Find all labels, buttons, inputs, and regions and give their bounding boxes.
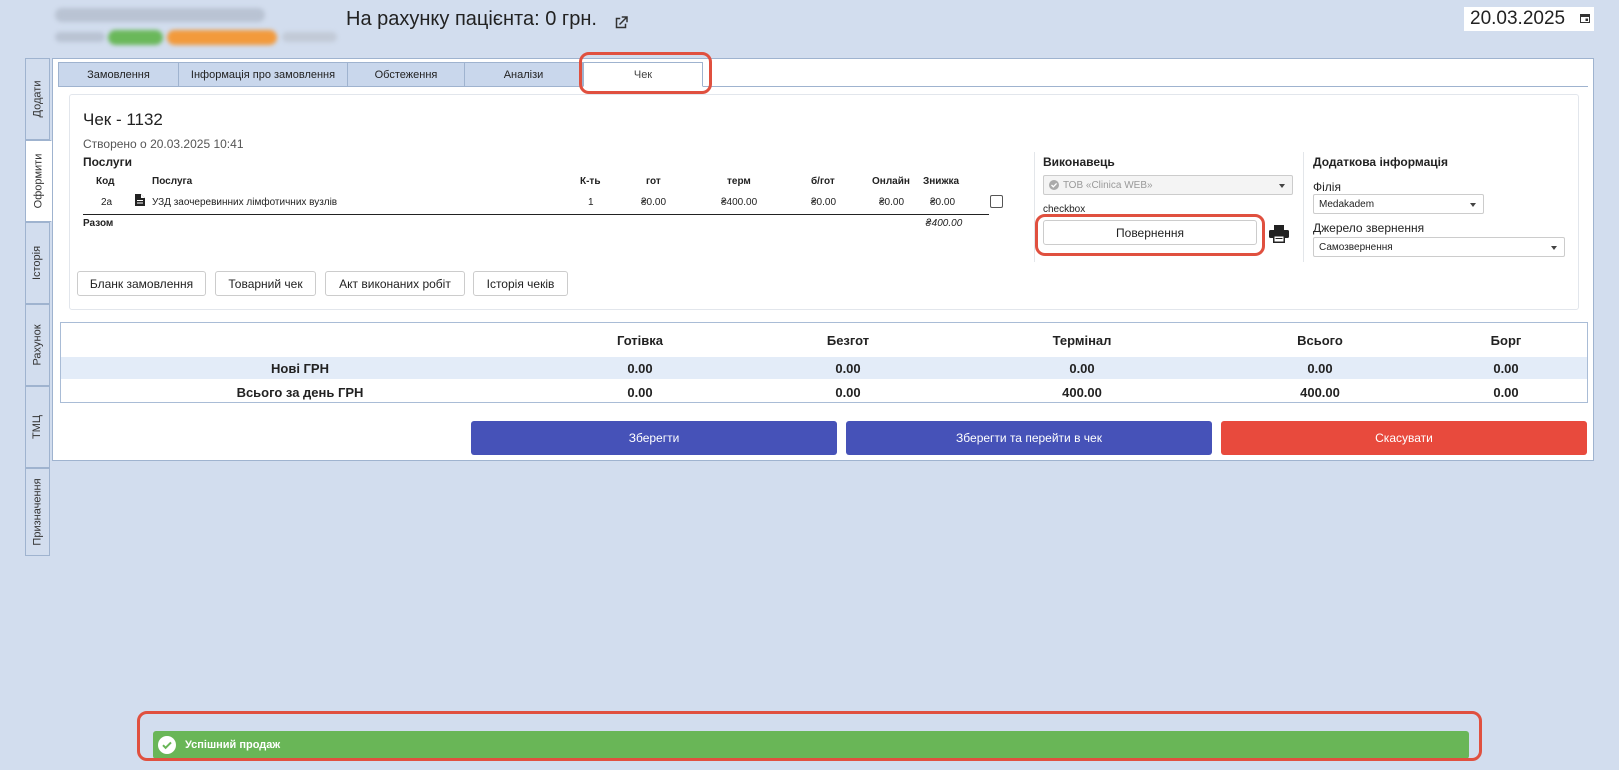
- summary-cell: 0.00: [1307, 361, 1333, 376]
- document-icon[interactable]: [135, 194, 145, 206]
- check-created-date: Створено о 20.03.2025 10:41: [83, 137, 244, 151]
- side-tab-prescriptions[interactable]: Призначення: [25, 468, 50, 556]
- side-tab-inventory[interactable]: ТМЦ: [25, 386, 50, 468]
- additional-info-label: Додаткова інформація: [1313, 155, 1448, 169]
- summary-cell: 0.00: [627, 385, 653, 400]
- executor-select[interactable]: ТОВ «Clinica WEB»: [1043, 175, 1293, 195]
- summary-row-label: Нові ГРН: [271, 361, 329, 376]
- chevron-down-icon: [1279, 184, 1285, 188]
- branch-label: Філія: [1313, 180, 1341, 194]
- additional-divider: [1303, 152, 1304, 262]
- source-select[interactable]: Самозвернення: [1313, 237, 1565, 257]
- side-tab-add[interactable]: Додати: [25, 58, 50, 140]
- patient-id-blurred: [55, 32, 105, 42]
- printer-icon[interactable]: [1269, 225, 1289, 243]
- tab-analyses[interactable]: Аналізи: [464, 62, 583, 87]
- col-header-noncash: б/гот: [811, 176, 835, 187]
- check-title: Чек - 1132: [83, 110, 163, 129]
- calendar-icon[interactable]: [1580, 13, 1590, 23]
- tab-order-info[interactable]: Інформація про замовлення: [178, 62, 348, 87]
- sales-receipt-button[interactable]: Товарний чек: [215, 271, 316, 296]
- col-header-discount: Знижка: [923, 176, 960, 187]
- summary-cell: 400.00: [1062, 385, 1102, 400]
- work-act-button[interactable]: Акт виконаних робіт: [325, 271, 465, 296]
- patient-balance: На рахунку пацієнта: 0 грн.: [346, 8, 597, 30]
- total-divider: [83, 214, 989, 215]
- row-terminal: ₴400.00: [721, 197, 758, 208]
- branch-value: Medakadem: [1319, 198, 1375, 210]
- summary-cell: 0.00: [1493, 385, 1519, 400]
- check-circle-icon: [1049, 180, 1059, 190]
- col-header-cash: гот: [646, 176, 661, 187]
- save-and-go-to-check-button[interactable]: Зберегти та перейти в чек: [846, 421, 1212, 455]
- services-label: Послуги: [83, 155, 132, 169]
- summary-cell: 0.00: [835, 361, 861, 376]
- row-discount: ₴0.00: [930, 197, 956, 208]
- col-header-service: Послуга: [152, 176, 193, 187]
- save-button[interactable]: Зберегти: [471, 421, 837, 455]
- cancel-button[interactable]: Скасувати: [1221, 421, 1587, 455]
- row-service: УЗД заочеревинних лімфотичних вузлів: [152, 197, 338, 208]
- row-noncash: ₴0.00: [811, 197, 837, 208]
- summary-row-label: Всього за день ГРН: [236, 385, 364, 400]
- side-tab-history[interactable]: Історія: [25, 222, 50, 304]
- row-code: 2a: [101, 197, 113, 208]
- col-header-qty: К-ть: [580, 176, 601, 187]
- patient-badge-green: [108, 30, 163, 45]
- row-online: ₴0.00: [879, 197, 905, 208]
- chevron-down-icon: [1470, 203, 1476, 207]
- external-link-icon[interactable]: [612, 14, 630, 32]
- summary-header-noncash: Безгот: [826, 333, 870, 348]
- summary-cell: 0.00: [1069, 361, 1095, 376]
- date-picker[interactable]: 20.03.2025: [1464, 7, 1594, 31]
- source-value: Самозвернення: [1319, 241, 1393, 253]
- col-header-online: Онлайн: [872, 176, 910, 187]
- row-checkbox[interactable]: [990, 195, 1003, 208]
- col-header-terminal: терм: [727, 176, 751, 187]
- branch-select[interactable]: Medakadem: [1313, 194, 1484, 214]
- highlight-check-tab: [579, 52, 712, 94]
- chevron-down-icon: [1551, 246, 1557, 250]
- side-tab-account[interactable]: Рахунок: [25, 304, 50, 386]
- summary-cell: 0.00: [627, 361, 653, 376]
- patient-info-blurred: [282, 32, 337, 42]
- source-label: Джерело звернення: [1313, 221, 1425, 235]
- patient-badge-orange: [167, 30, 277, 45]
- row-cash: ₴0.00: [641, 197, 667, 208]
- summary-header-cash: Готівка: [616, 333, 664, 348]
- summary-cell: 0.00: [835, 385, 861, 400]
- summary-cell: 0.00: [1493, 361, 1519, 376]
- tab-examinations[interactable]: Обстеження: [347, 62, 465, 87]
- order-form-button[interactable]: Бланк замовлення: [77, 271, 206, 296]
- total-value: ₴400.00: [925, 218, 963, 229]
- check-history-button[interactable]: Історія чеків: [473, 271, 568, 296]
- summary-cell: 400.00: [1300, 385, 1340, 400]
- highlight-success-toast: [137, 711, 1482, 761]
- col-header-code: Код: [96, 176, 115, 187]
- summary-header-total: Всього: [1297, 333, 1343, 348]
- executor-label: Виконавець: [1043, 155, 1115, 169]
- side-tab-checkout[interactable]: Оформити: [25, 140, 52, 222]
- tab-order[interactable]: Замовлення: [58, 62, 179, 87]
- summary-header-debt: Борг: [1490, 333, 1522, 348]
- patient-name-blurred: [55, 8, 265, 22]
- highlight-return-button: [1035, 214, 1265, 256]
- executor-value: ТОВ «Clinica WEB»: [1063, 179, 1153, 191]
- row-qty: 1: [588, 197, 594, 208]
- summary-header-terminal: Термінал: [1052, 333, 1112, 348]
- total-label: Разом: [83, 218, 114, 229]
- date-value: 20.03.2025: [1470, 8, 1566, 29]
